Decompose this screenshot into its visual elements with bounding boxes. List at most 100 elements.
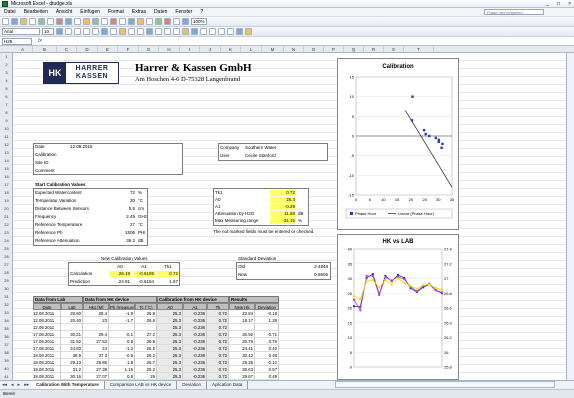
table-cell[interactable]: 27.53 <box>83 338 109 345</box>
table-cell[interactable]: 0.8 <box>109 373 135 380</box>
row-header[interactable]: 24 <box>0 237 13 245</box>
row-header[interactable]: 14 <box>0 157 13 165</box>
table-cell[interactable]: 19.08.2011 <box>33 366 61 373</box>
format-tool-20-icon[interactable] <box>236 28 243 35</box>
table-cell[interactable]: 17.08.2011 <box>33 345 61 352</box>
table-cell[interactable]: -0.236 <box>183 345 207 352</box>
table-cell[interactable]: -0.236 <box>183 373 207 380</box>
toolbar-tool-1-icon[interactable] <box>11 18 18 25</box>
toolbar-tool-19-icon[interactable] <box>173 18 180 25</box>
table-cell[interactable]: 26.86 <box>83 359 109 366</box>
table-cell[interactable]: 29.67 <box>229 373 255 380</box>
fx-icon[interactable]: fx <box>38 38 42 44</box>
column-header-K[interactable]: K <box>221 46 241 53</box>
format-tool-6-icon[interactable] <box>110 28 117 35</box>
table-cell[interactable]: -0.236 <box>183 366 207 373</box>
tk-value[interactable]: -0.29 <box>270 204 296 210</box>
table-cell[interactable]: 0.72 <box>207 345 229 352</box>
table-cell[interactable]: 25.3 <box>157 331 183 338</box>
font-name-select[interactable]: Arial <box>2 28 40 35</box>
table-cell[interactable]: 0.72 <box>207 331 229 338</box>
table-cell[interactable]: 12.08.2011 <box>33 324 61 331</box>
table-cell[interactable] <box>109 324 135 331</box>
table-cell[interactable] <box>135 324 157 331</box>
sheet-tab-1[interactable]: Comparison LAB vs HK device <box>105 381 178 389</box>
table-cell[interactable]: 25.3 <box>157 345 183 352</box>
column-header-N[interactable]: N <box>284 46 304 53</box>
table-cell[interactable]: 25.3 <box>157 359 183 366</box>
maximize-button[interactable]: □ <box>557 1 560 7</box>
table-cell[interactable]: 22.84 <box>229 310 255 317</box>
table-cell[interactable]: 19.17 <box>229 317 255 324</box>
format-tool-18-icon[interactable] <box>218 28 225 35</box>
column-header-C[interactable]: C <box>57 46 77 53</box>
minimize-button[interactable]: _ <box>546 1 549 7</box>
sheet-tab-2[interactable]: Deviation <box>177 381 208 389</box>
table-cell[interactable]: 0.76 <box>255 338 279 345</box>
table-cell[interactable]: 30.16 <box>61 373 83 380</box>
table-cell[interactable]: 0.72 <box>207 324 229 331</box>
close-button[interactable]: × <box>568 1 571 7</box>
table-cell[interactable]: 31.52 <box>61 338 83 345</box>
table-cell[interactable]: 24.83 <box>61 345 83 352</box>
zoom-select[interactable]: 100% <box>191 18 207 25</box>
toolbar-tool-8-icon[interactable] <box>74 18 81 25</box>
menu-item-2[interactable]: Ansicht <box>52 9 76 15</box>
column-header-J[interactable]: J <box>200 46 221 53</box>
start-value[interactable]: 36.2 <box>114 238 136 244</box>
font-size-select[interactable]: 10 <box>42 28 54 35</box>
table-cell[interactable]: 27.2 <box>135 331 157 338</box>
tk-value[interactable]: 25.4 <box>270 197 296 203</box>
format-tool-13-icon[interactable] <box>173 28 180 35</box>
menu-item-8[interactable]: ? <box>196 9 207 15</box>
column-header-L[interactable]: L <box>241 46 262 53</box>
menu-item-3[interactable]: Einfügen <box>76 9 104 15</box>
row-header[interactable]: 21 <box>0 213 13 221</box>
new-calib-value[interactable]: -0.6164 <box>133 279 155 285</box>
format-tool-4-icon[interactable] <box>92 28 99 35</box>
table-cell[interactable]: 0.72 <box>207 373 229 380</box>
toolbar-tool-2-icon[interactable] <box>20 18 27 25</box>
table-cell[interactable]: 0.42 <box>255 345 279 352</box>
table-cell[interactable]: 26.6 <box>135 317 157 324</box>
table-cell[interactable]: 1.9 <box>109 359 135 366</box>
table-cell[interactable]: -0.236 <box>183 338 207 345</box>
help-search-input[interactable]: Frage hier eingeben <box>484 9 544 15</box>
table-cell[interactable]: 18.08.2011 <box>33 359 61 366</box>
table-cell[interactable]: 24.41 <box>229 345 255 352</box>
toolbar-tool-20-icon[interactable] <box>182 18 189 25</box>
column-header-M[interactable]: M <box>262 46 284 53</box>
table-cell[interactable] <box>61 324 83 331</box>
table-cell[interactable]: 26 <box>135 373 157 380</box>
row-header[interactable]: 9 <box>0 117 13 125</box>
table-cell[interactable]: 0.48 <box>255 352 279 359</box>
table-cell[interactable]: 20.60 <box>61 310 83 317</box>
column-header-I[interactable]: I <box>180 46 200 53</box>
format-tool-21-icon[interactable] <box>245 28 252 35</box>
table-cell[interactable]: 0.72 <box>207 359 229 366</box>
row-header[interactable]: 22 <box>0 221 13 229</box>
info-date-value[interactable]: 12.08.2015 <box>70 144 93 150</box>
table-cell[interactable]: -1.9 <box>109 310 135 317</box>
toolbar-tool-5-icon[interactable] <box>47 18 54 25</box>
row-header[interactable]: 37 <box>0 341 13 349</box>
toolbar-tool-17-icon[interactable] <box>155 18 162 25</box>
table-cell[interactable]: 26.8 <box>135 338 157 345</box>
column-header-F[interactable]: F <box>118 46 139 53</box>
row-header[interactable]: 7 <box>0 101 13 109</box>
table-cell[interactable]: 28.4 <box>83 310 109 317</box>
column-header-E[interactable]: E <box>98 46 118 53</box>
toolbar-tool-18-icon[interactable] <box>164 18 171 25</box>
table-cell[interactable]: 17.08.2011 <box>33 331 61 338</box>
hk-vs-lab-chart[interactable]: HK vs LAB 0 5 10 15 20 25 30 35 40 25.8 26 26.2 26.4… <box>337 234 459 380</box>
toolbar-tool-16-icon[interactable] <box>146 18 153 25</box>
row-header[interactable]: 10 <box>0 125 13 133</box>
table-cell[interactable]: -0.236 <box>183 310 207 317</box>
column-header-P[interactable]: P <box>324 46 344 53</box>
table-cell[interactable]: 1.28 <box>255 317 279 324</box>
table-cell[interactable]: 29.25 <box>229 359 255 366</box>
toolbar-tool-9-icon[interactable] <box>83 18 90 25</box>
row-header[interactable]: 36 <box>0 333 13 341</box>
format-tool-3-icon[interactable] <box>83 28 90 35</box>
row-header[interactable]: 17 <box>0 181 13 189</box>
